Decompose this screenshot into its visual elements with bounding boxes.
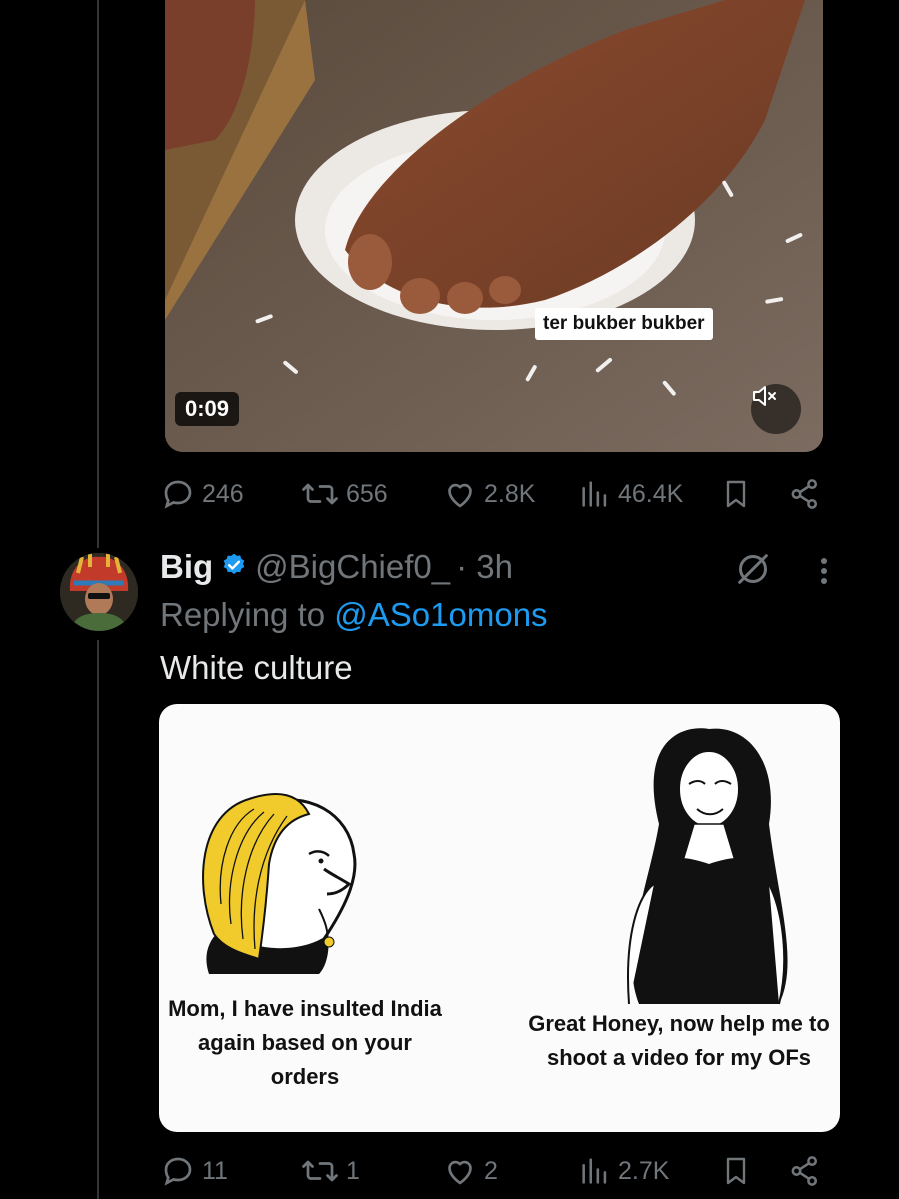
heart-icon xyxy=(448,483,472,508)
repost-button[interactable]: 1 xyxy=(300,1151,360,1191)
like-count: 2 xyxy=(484,1156,498,1185)
meme-image[interactable]: Mom, I have insulted India again based o… xyxy=(159,704,840,1132)
user-handle[interactable]: @BigChief0_ xyxy=(255,548,450,586)
right-character xyxy=(627,728,788,1005)
video-frame xyxy=(165,0,823,452)
bookmark-icon xyxy=(726,480,746,508)
replying-prefix: Replying to xyxy=(160,596,326,633)
view-count: 2.7K xyxy=(618,1156,670,1185)
like-button[interactable]: 2 xyxy=(442,1151,498,1191)
video-timestamp: 0:09 xyxy=(175,392,240,426)
reply-actions: 11 1 2 2.7K xyxy=(160,1151,830,1191)
verified-badge-icon xyxy=(221,548,247,586)
view-count: 46.4K xyxy=(618,479,684,508)
video-post-actions: 246 656 2.8K 46.4K xyxy=(160,474,830,514)
post-time[interactable]: · 3h xyxy=(456,548,513,586)
replying-to: Replying to @ASo1omons xyxy=(160,596,548,634)
bookmark-button[interactable] xyxy=(720,1151,752,1191)
share-button[interactable] xyxy=(788,1151,822,1191)
grok-button[interactable] xyxy=(733,549,773,594)
thread-line-lower xyxy=(97,640,99,1199)
bookmark-button[interactable] xyxy=(720,474,752,514)
reply-header: Big @BigChief0_ · 3h xyxy=(160,545,513,589)
more-options-button[interactable] xyxy=(810,551,838,596)
reply-count: 11 xyxy=(202,1156,228,1185)
views-button[interactable]: 46.4K xyxy=(578,474,683,514)
reply-icon xyxy=(164,480,192,509)
share-icon xyxy=(791,479,818,509)
reply-button[interactable]: 246 xyxy=(160,474,244,514)
mute-button[interactable] xyxy=(751,384,801,434)
like-count: 2.8K xyxy=(484,479,536,508)
more-vertical-icon xyxy=(821,558,827,584)
repost-icon xyxy=(302,1160,338,1182)
bookmark-icon xyxy=(726,1157,746,1185)
reply-text: White culture xyxy=(160,649,353,686)
like-button[interactable]: 2.8K xyxy=(442,474,535,514)
video-player[interactable]: 0:09 ter bukber bukber xyxy=(165,0,823,452)
meme-left-caption: Mom, I have insulted India again based o… xyxy=(168,996,442,1089)
display-name[interactable]: Big xyxy=(160,548,213,586)
left-character xyxy=(202,793,357,974)
meme-right-caption: Great Honey, now help me to shoot a vide… xyxy=(528,1011,830,1070)
share-icon xyxy=(791,1156,818,1186)
video-caption: ter bukber bukber xyxy=(535,308,713,340)
avatar-image xyxy=(60,553,138,631)
replying-to-mention[interactable]: @ASo1omons xyxy=(334,596,547,633)
grok-icon xyxy=(738,554,768,584)
reply-count: 246 xyxy=(202,479,244,508)
avatar[interactable] xyxy=(60,553,138,631)
share-button[interactable] xyxy=(788,474,822,514)
thread-line xyxy=(97,0,99,548)
analytics-icon xyxy=(582,1158,607,1184)
heart-icon xyxy=(448,1160,472,1185)
repost-icon xyxy=(302,483,338,505)
repost-count: 656 xyxy=(346,479,388,508)
repost-button[interactable]: 656 xyxy=(300,474,388,514)
speaker-muted-icon xyxy=(753,386,776,406)
reply-button[interactable]: 11 xyxy=(160,1151,228,1191)
repost-count: 1 xyxy=(346,1156,360,1185)
reply-icon xyxy=(164,1157,192,1186)
views-button[interactable]: 2.7K xyxy=(578,1151,669,1191)
analytics-icon xyxy=(582,481,607,507)
